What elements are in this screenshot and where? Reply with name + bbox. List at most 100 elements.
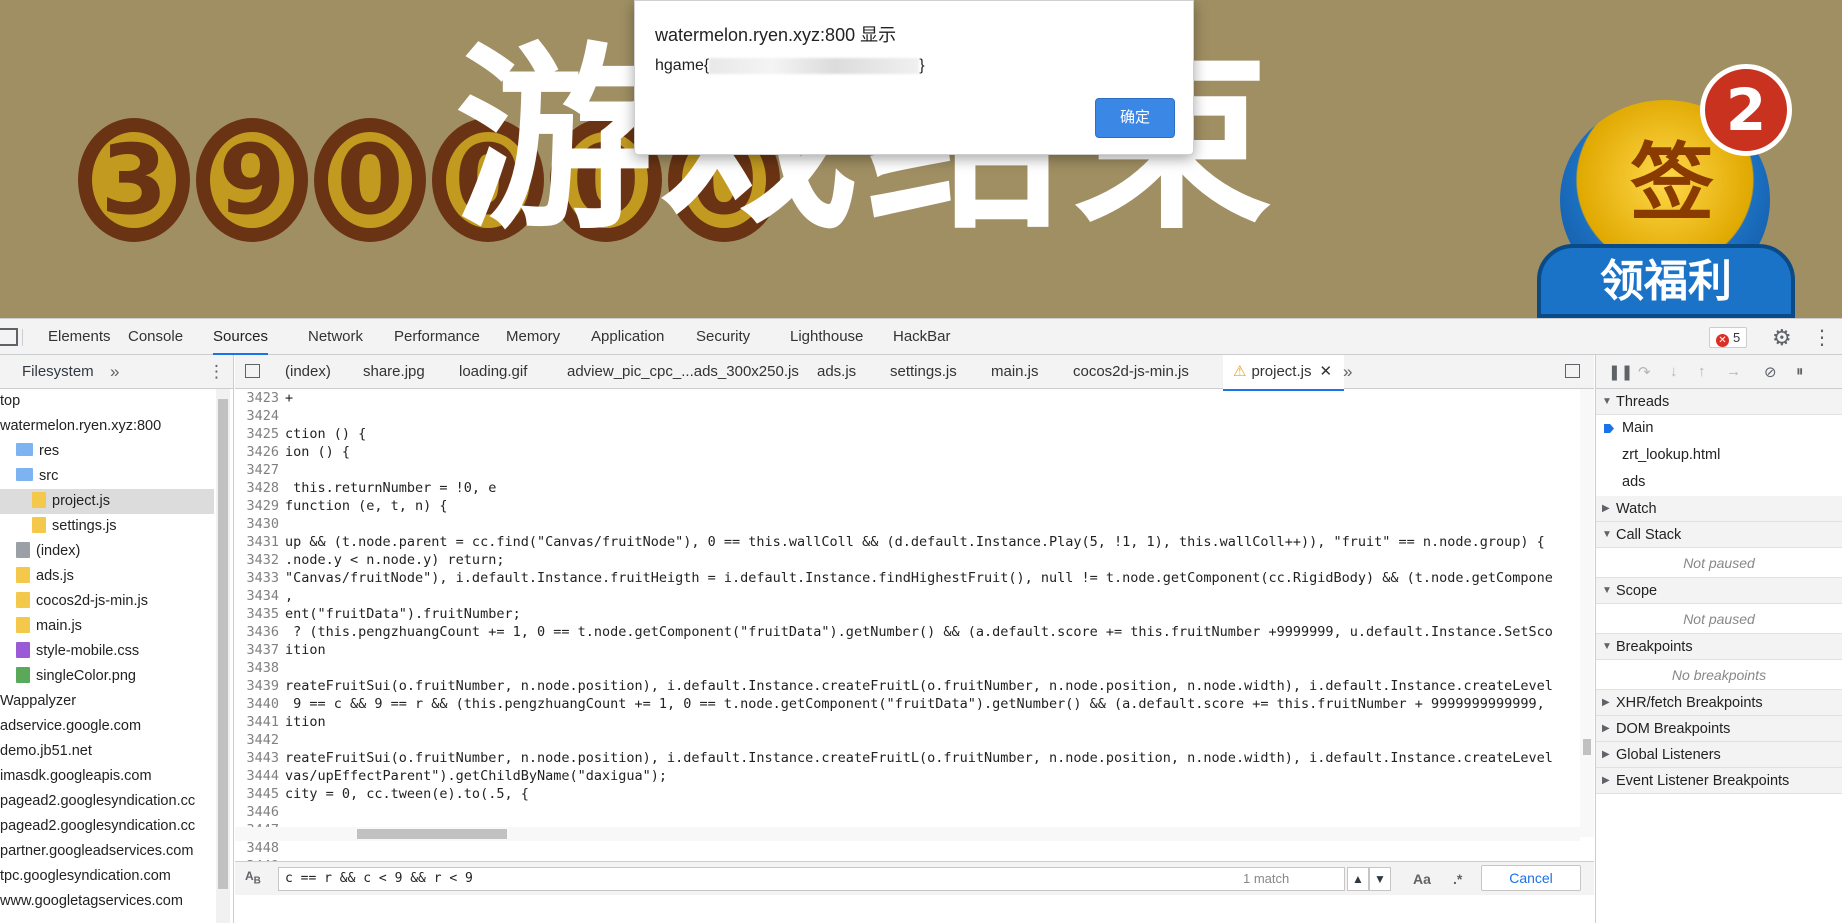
- welfare-button[interactable]: 领福利: [1537, 244, 1795, 318]
- tree-item[interactable]: www.googletagservices.com: [0, 889, 214, 914]
- search-cancel-button[interactable]: Cancel: [1481, 865, 1581, 891]
- editor-tab[interactable]: share.jpg: [363, 355, 425, 389]
- tab-sources[interactable]: Sources: [213, 319, 269, 355]
- editor-tab[interactable]: (index): [285, 355, 331, 389]
- code-lines[interactable]: 3423 +3424 3425 ction () {3426 ion () {3427 3…: [235, 389, 1580, 861]
- line-number[interactable]: 3432: [235, 551, 285, 569]
- line-number[interactable]: 3433: [235, 569, 285, 587]
- error-count-badge[interactable]: ✕ 5: [1709, 327, 1748, 348]
- toggle-debugger-icon[interactable]: [1565, 364, 1580, 378]
- line-number[interactable]: 3431: [235, 533, 285, 551]
- section-header[interactable]: ▼ Threads: [1596, 389, 1842, 415]
- tree-item[interactable]: ads.js: [0, 564, 214, 589]
- tree-item[interactable]: res: [0, 439, 214, 464]
- line-number[interactable]: 3438: [235, 659, 285, 677]
- search-input[interactable]: c == r && c < 9 && r < 9: [278, 867, 1345, 891]
- code-horizontal-scrollbar[interactable]: [235, 827, 1580, 841]
- line-number[interactable]: 3424: [235, 407, 285, 425]
- tree-item[interactable]: settings.js: [0, 514, 214, 539]
- section-header[interactable]: ▶ XHR/fetch Breakpoints: [1596, 690, 1842, 716]
- scrollbar-thumb[interactable]: [1583, 739, 1591, 755]
- more-editor-tabs-icon[interactable]: »: [1343, 355, 1352, 389]
- toggle-navigator-icon[interactable]: [245, 364, 260, 378]
- line-number[interactable]: 3442: [235, 731, 285, 749]
- step-over-icon[interactable]: ↷: [1638, 363, 1651, 381]
- line-number[interactable]: 3441: [235, 713, 285, 731]
- tab-hackbar[interactable]: HackBar: [893, 319, 951, 355]
- section-header[interactable]: ▶ Watch: [1596, 496, 1842, 522]
- line-number[interactable]: 3428: [235, 479, 285, 497]
- tab-filesystem[interactable]: Filesystem: [22, 355, 94, 389]
- editor-tab[interactable]: settings.js: [890, 355, 957, 389]
- step-out-icon[interactable]: ↑: [1698, 363, 1706, 380]
- tree-item[interactable]: top: [0, 389, 214, 414]
- step-icon[interactable]: →: [1726, 363, 1741, 380]
- alert-ok-button[interactable]: 确定: [1095, 98, 1175, 138]
- search-next-button[interactable]: ▼: [1369, 867, 1391, 891]
- code-vertical-scrollbar[interactable]: [1580, 389, 1594, 837]
- thread-item[interactable]: Main: [1596, 415, 1842, 442]
- line-number[interactable]: 3430: [235, 515, 285, 533]
- line-number[interactable]: 3440: [235, 695, 285, 713]
- scrollbar-thumb[interactable]: [357, 829, 507, 839]
- line-number[interactable]: 3423: [235, 389, 285, 407]
- tree-item[interactable]: Wappalyzer: [0, 689, 214, 714]
- tree-item[interactable]: demo.jb51.net: [0, 739, 214, 764]
- line-number[interactable]: 3448: [235, 839, 285, 857]
- tab-security[interactable]: Security: [696, 319, 750, 355]
- pause-on-exceptions-icon[interactable]: ⏸: [1796, 363, 1804, 380]
- search-prev-button[interactable]: ▲: [1347, 867, 1369, 891]
- pause-icon[interactable]: ❚❚: [1608, 363, 1633, 381]
- match-case-button[interactable]: Aa: [1413, 867, 1431, 891]
- tab-console[interactable]: Console: [128, 319, 183, 355]
- section-header[interactable]: ▶ Event Listener Breakpoints: [1596, 768, 1842, 794]
- section-header[interactable]: ▼ Breakpoints: [1596, 634, 1842, 660]
- line-number[interactable]: 3436: [235, 623, 285, 641]
- line-number[interactable]: 3425: [235, 425, 285, 443]
- tree-item[interactable]: partner.googleadservices.com: [0, 839, 214, 864]
- tree-item[interactable]: imasdk.googleapis.com: [0, 764, 214, 789]
- tree-item[interactable]: main.js: [0, 614, 214, 639]
- device-toolbar-icon[interactable]: [0, 328, 18, 346]
- line-number[interactable]: 3426: [235, 443, 285, 461]
- settings-gear-icon[interactable]: ⚙: [1772, 325, 1792, 351]
- tab-elements[interactable]: Elements: [48, 319, 111, 355]
- line-number[interactable]: 3429: [235, 497, 285, 515]
- tab-performance[interactable]: Performance: [394, 319, 480, 355]
- more-options-icon[interactable]: ⋮: [1812, 325, 1832, 350]
- line-number[interactable]: 3437: [235, 641, 285, 659]
- line-number[interactable]: 3444: [235, 767, 285, 785]
- line-number[interactable]: 3439: [235, 677, 285, 695]
- line-number[interactable]: 3427: [235, 461, 285, 479]
- section-header[interactable]: ▶ DOM Breakpoints: [1596, 716, 1842, 742]
- line-number[interactable]: 3446: [235, 803, 285, 821]
- tree-item[interactable]: src: [0, 464, 214, 489]
- tree-item[interactable]: cocos2d-js-min.js: [0, 589, 214, 614]
- line-number[interactable]: 3443: [235, 749, 285, 767]
- section-header[interactable]: ▼ Scope: [1596, 578, 1842, 604]
- section-header[interactable]: ▶ Global Listeners: [1596, 742, 1842, 768]
- editor-tab[interactable]: cocos2d-js-min.js: [1073, 355, 1189, 389]
- replace-toggle-icon[interactable]: AB: [245, 869, 261, 886]
- tree-item[interactable]: adservice.google.com: [0, 714, 214, 739]
- tab-application[interactable]: Application: [591, 319, 664, 355]
- tree-item[interactable]: watermelon.ryen.xyz:800: [0, 414, 214, 439]
- tree-item[interactable]: singleColor.png: [0, 664, 214, 689]
- tab-network[interactable]: Network: [308, 319, 363, 355]
- thread-item[interactable]: ads: [1596, 469, 1842, 496]
- thread-item[interactable]: zrt_lookup.html: [1596, 442, 1842, 469]
- editor-tab[interactable]: main.js: [991, 355, 1039, 389]
- regex-button[interactable]: .*: [1453, 867, 1462, 891]
- line-number[interactable]: 3445: [235, 785, 285, 803]
- tree-item[interactable]: pagead2.googlesyndication.cc: [0, 789, 214, 814]
- navigator-menu-icon[interactable]: ⋮: [208, 355, 225, 389]
- tree-item[interactable]: (index): [0, 539, 214, 564]
- tree-item[interactable]: pagead2.googlesyndication.cc: [0, 814, 214, 839]
- navigator-scrollbar[interactable]: [216, 389, 230, 923]
- line-number[interactable]: 3435: [235, 605, 285, 623]
- close-tab-icon[interactable]: ✕: [1319, 363, 1332, 380]
- step-into-icon[interactable]: ↓: [1670, 363, 1678, 380]
- tree-item[interactable]: tpc.googlesyndication.com: [0, 864, 214, 889]
- section-header[interactable]: ▼ Call Stack: [1596, 522, 1842, 548]
- tree-item[interactable]: style-mobile.css: [0, 639, 214, 664]
